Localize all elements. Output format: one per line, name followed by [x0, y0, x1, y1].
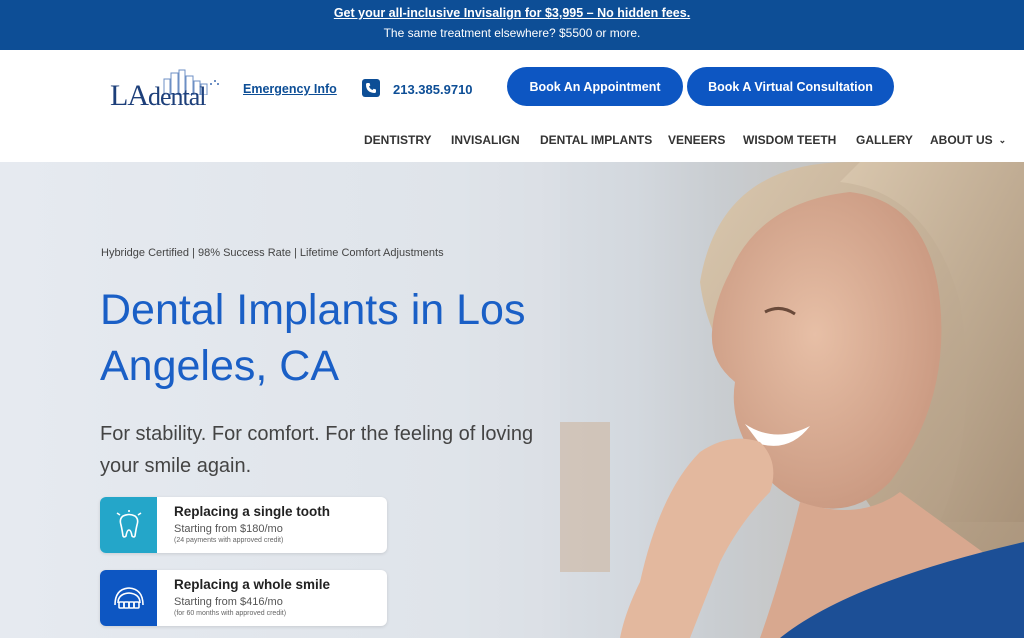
- whole-smile-price: Starting from $416/mo: [174, 596, 283, 608]
- single-tooth-price: Starting from $180/mo: [174, 523, 283, 535]
- hero-section: Hybridge Certified | 98% Success Rate | …: [0, 162, 1024, 638]
- smiling-woman-photo: [470, 162, 1024, 638]
- nav-item-gallery[interactable]: GALLERY: [856, 133, 913, 147]
- book-appointment-button[interactable]: Book An Appointment: [507, 67, 683, 106]
- nav-item-invisalign[interactable]: INVISALIGN: [451, 133, 520, 147]
- chevron-down-icon: ⌄: [998, 135, 1007, 145]
- nav-item-dentistry[interactable]: DENTISTRY: [364, 133, 432, 147]
- site-header: LAdental Emergency Info 213.385.9710 Boo…: [0, 50, 1024, 162]
- nav-item-about-us-label: ABOUT US: [930, 133, 993, 147]
- promo-subline: The same treatment elsewhere? $5500 or m…: [383, 26, 641, 40]
- single-tooth-card[interactable]: Replacing a single tooth Starting from $…: [100, 497, 387, 553]
- whole-smile-title: Replacing a whole smile: [174, 577, 331, 592]
- nav-item-veneers[interactable]: VENEERS: [668, 133, 725, 147]
- promo-invisalign-link[interactable]: Get your all-inclusive Invisalign for $3…: [0, 6, 1024, 20]
- certifications-text: Hybridge Certified | 98% Success Rate | …: [101, 247, 444, 259]
- main-nav: DENTISTRY INVISALIGN DENTAL IMPLANTS VEN…: [0, 133, 1024, 151]
- book-virtual-consultation-button[interactable]: Book A Virtual Consultation: [687, 67, 894, 106]
- phone-icon[interactable]: [362, 79, 380, 97]
- nav-item-about-us[interactable]: ABOUT US ⌄: [930, 133, 1006, 147]
- nav-item-wisdom-teeth[interactable]: WISDOM TEETH: [743, 133, 836, 147]
- tooth-icon: [100, 497, 157, 553]
- logo-wordmark: LAdental: [110, 79, 207, 112]
- whole-smile-note: (for 60 months with approved credit): [174, 610, 287, 617]
- page-title: Dental Implants in Los Angeles, CA: [100, 286, 526, 390]
- whole-smile-card[interactable]: Replacing a whole smile Starting from $4…: [100, 570, 387, 626]
- emergency-info-link[interactable]: Emergency Info: [243, 82, 337, 96]
- hero-subheadline: For stability. For comfort. For the feel…: [100, 423, 534, 477]
- la-dental-logo[interactable]: LAdental: [110, 69, 228, 112]
- single-tooth-note: (24 payments with approved credit): [174, 537, 284, 544]
- single-tooth-title: Replacing a single tooth: [174, 504, 331, 519]
- phone-number-link[interactable]: 213.385.9710: [393, 82, 473, 97]
- promo-bar: Get your all-inclusive Invisalign for $3…: [0, 0, 1024, 50]
- full-arch-icon: [100, 570, 157, 626]
- nav-item-dental-implants[interactable]: DENTAL IMPLANTS: [540, 133, 652, 147]
